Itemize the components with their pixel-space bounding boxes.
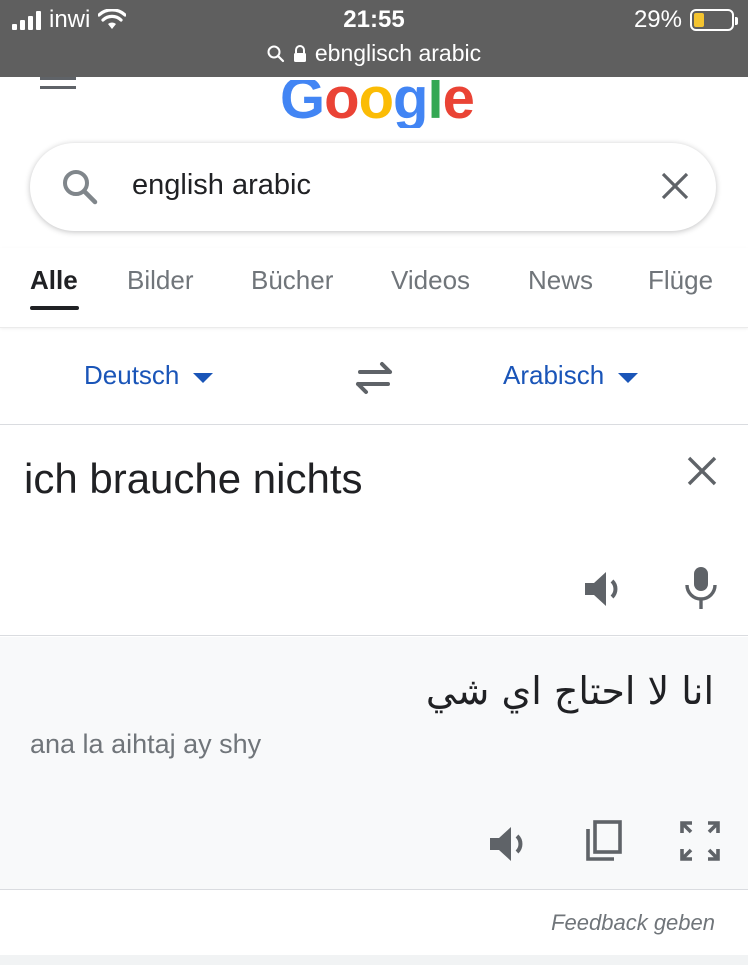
microphone-icon[interactable] <box>684 565 718 611</box>
caret-down-icon <box>618 372 639 383</box>
battery-icon <box>690 9 738 31</box>
search-icon <box>267 45 284 62</box>
menu-icon[interactable] <box>40 77 76 91</box>
target-language-label: Arabisch <box>503 360 605 390</box>
tab-bilder[interactable]: Bilder <box>127 265 193 296</box>
copy-icon[interactable] <box>584 819 624 863</box>
translated-text: انا لا احتاج اي شي <box>425 669 714 713</box>
url-text: ebnglisch arabic <box>314 40 482 66</box>
search-box[interactable]: english arabic <box>30 143 716 231</box>
google-logo[interactable]: Google <box>280 80 474 128</box>
page-bottom-divider <box>0 955 748 965</box>
translation-panel: انا لا احتاج اي شي ana la aihtaj ay shy <box>0 637 748 890</box>
battery-info: 29% <box>633 6 738 34</box>
fullscreen-icon[interactable] <box>680 821 720 861</box>
tab-videos[interactable]: Videos <box>391 265 470 296</box>
tab-buecher[interactable]: Bücher <box>251 265 333 296</box>
status-bar: inwi 21:55 29% ebnglisch arabic <box>0 0 748 77</box>
search-input[interactable]: english arabic <box>132 169 311 202</box>
address-bar[interactable]: ebnglisch arabic <box>0 40 748 67</box>
battery-percent: 29% <box>633 6 682 33</box>
tab-fluege[interactable]: Flüge <box>648 265 713 296</box>
caret-down-icon <box>193 372 214 383</box>
language-selector: Deutsch Arabisch <box>0 330 748 425</box>
battery-level <box>694 13 705 27</box>
clear-search-icon[interactable] <box>660 171 690 201</box>
target-language-select[interactable]: Arabisch <box>503 360 639 391</box>
tab-alle[interactable]: Alle <box>30 265 78 296</box>
tab-news[interactable]: News <box>528 265 593 296</box>
clear-source-icon[interactable] <box>686 455 718 487</box>
search-icon[interactable] <box>60 167 100 207</box>
lock-icon <box>293 44 306 62</box>
speaker-icon[interactable] <box>487 822 531 866</box>
active-tab-indicator <box>30 306 79 310</box>
source-language-label: Deutsch <box>84 360 180 390</box>
source-text-input[interactable]: ich brauche nichts <box>24 455 363 503</box>
search-tabs: Alle Bilder Bücher Videos News Flüge <box>0 248 748 328</box>
swap-languages-icon[interactable] <box>352 360 396 396</box>
feedback-link[interactable]: Feedback geben <box>551 910 715 936</box>
transliteration-text: ana la aihtaj ay shy <box>30 729 262 759</box>
speaker-icon[interactable] <box>582 567 626 611</box>
source-panel: ich brauche nichts <box>0 425 748 636</box>
source-language-select[interactable]: Deutsch <box>84 360 214 391</box>
